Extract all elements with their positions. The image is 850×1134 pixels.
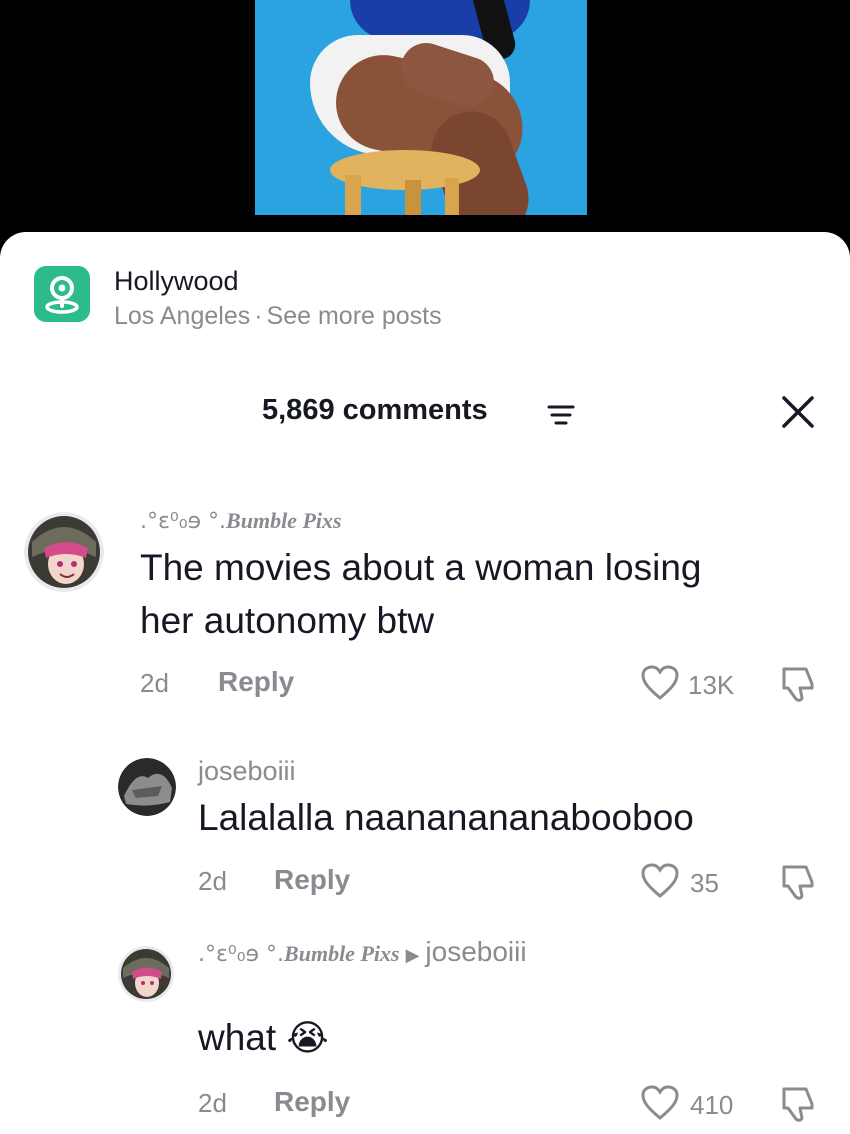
username-text: Bumble Pixs [226,508,342,533]
avatar[interactable] [118,946,174,1002]
heart-icon[interactable] [640,664,680,707]
comment-text: Lalalalla naananananabooboo [198,797,694,838]
comment-username[interactable]: joseboiii [198,756,296,787]
reply-comment-item: joseboiii Lalalalla naananananabooboo 2d… [0,756,850,900]
like-count: 35 [690,868,719,898]
heart-icon[interactable] [640,862,680,905]
separator-dot: · [254,302,263,330]
reply-button[interactable]: Reply [218,666,294,698]
comment-username[interactable]: .°ɛ⁰₀ɘ °.Bumble Pixs ▶ joseboiii [198,936,527,968]
reply-to-username[interactable]: joseboiii [425,936,526,967]
avatar[interactable] [24,512,104,592]
comments-sheet: Hollywood Los Angeles · See more posts 5,8… [0,232,850,1134]
like-count: 13K [688,670,735,700]
comment-text-line: her autonomy btw [140,600,435,641]
comment-time: 2d [198,866,227,896]
avatar[interactable] [118,758,176,816]
username-decoration: .°ɛ⁰₀ɘ °. [140,509,227,534]
username-text: Bumble Pixs [284,941,400,966]
comment-text: what 😭 [198,1014,329,1062]
comment-item: .°ɛ⁰₀ɘ °.Bumble Pixs The movies about a … [0,500,850,702]
video-area[interactable] [0,0,850,250]
reply-button[interactable]: Reply [274,864,350,896]
comment-text-body: what [198,1017,277,1058]
reply-comment-item: .°ɛ⁰₀ɘ °.Bumble Pixs ▶ joseboiii what 😭 2d… [0,934,850,1122]
comments-header: 5,869 comments [0,390,850,434]
close-icon[interactable] [776,390,820,434]
location-row[interactable]: Hollywood Los Angeles · See more posts [34,266,814,336]
location-subtitle: Los Angeles · See more posts [114,302,442,331]
comment-text: The movies about a woman losing her auto… [140,541,701,647]
location-city: Los Angeles [114,302,251,330]
username-decoration: .°ɛ⁰₀ɘ °. [198,942,285,967]
crying-emoji-icon: 😭 [286,1017,329,1058]
reply-button[interactable]: Reply [274,1086,350,1118]
reply-arrow-icon: ▶ [405,945,420,965]
comment-username[interactable]: .°ɛ⁰₀ɘ °.Bumble Pixs [140,508,342,534]
location-pin-icon [34,266,90,322]
location-name[interactable]: Hollywood [114,266,239,297]
comments-count: 5,869 comments [262,394,488,426]
heart-icon[interactable] [640,1084,680,1127]
dislike-icon[interactable] [778,862,818,907]
see-more-posts-link[interactable]: See more posts [267,302,442,330]
sort-filter-icon[interactable] [546,404,576,433]
like-count: 410 [690,1090,734,1120]
comment-time: 2d [140,668,169,698]
comment-text-line: The movies about a woman losing [140,547,702,588]
dislike-icon[interactable] [778,664,818,709]
video-thumbnail[interactable] [255,0,587,215]
comment-time: 2d [198,1088,227,1118]
dislike-icon[interactable] [778,1084,818,1129]
